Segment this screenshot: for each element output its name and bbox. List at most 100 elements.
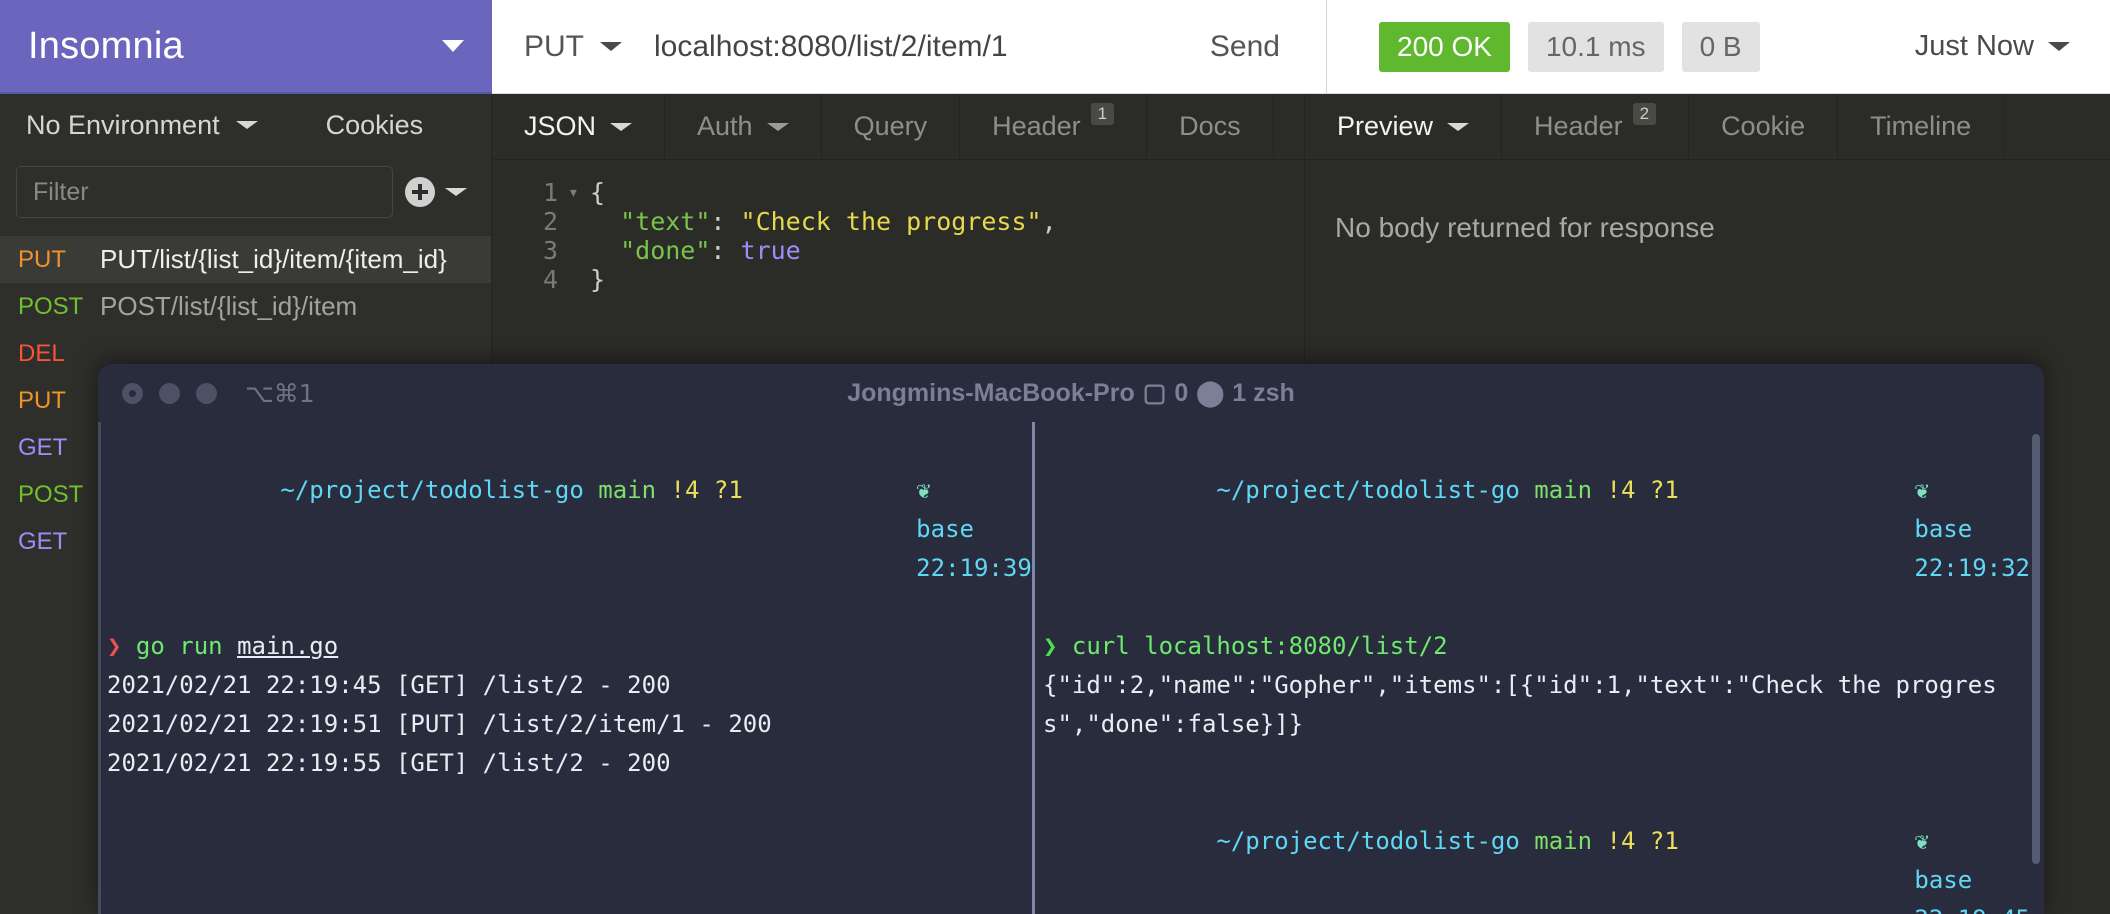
prompt-path: ~/project/todolist-go [1216,827,1520,855]
prompt-time: 22:19:39 [916,554,1032,582]
prompt-flags: !4 ?1 [670,476,743,504]
chevron-down-icon[interactable] [766,122,789,131]
send-button[interactable]: Send [1210,30,1326,64]
environment-dropdown[interactable]: No Environment [26,110,258,141]
response-time-badge: 10.1 ms [1527,21,1664,72]
tab-auth[interactable]: Auth [665,94,822,159]
code-text: } [590,265,606,294]
terminal-pane-left[interactable]: ~/project/todolist-go main !4 ?1 ❦ base … [98,422,1032,914]
prompt-time: 22:19:32 [1914,554,2030,582]
response-size-badge: 0 B [1681,21,1760,72]
list-item[interactable]: POST POST/list/{list_id}/item [0,283,491,330]
tab-timeline[interactable]: Timeline [1838,94,2005,159]
line-number: 1 [542,178,558,207]
tab-response-header[interactable]: Header 2 [1502,94,1690,159]
maximize-icon[interactable] [196,382,217,404]
app-title: Insomnia [28,24,184,67]
prompt-path: ~/project/todolist-go [280,476,584,504]
tab-header[interactable]: Header 1 [960,94,1148,159]
header-count-badge: 1 [1090,103,1115,125]
chevron-down-icon[interactable] [442,40,464,52]
plus-circle-icon[interactable] [405,177,435,207]
terminal-command-line: ❯ go run main.go [107,632,339,660]
prompt-branch: main [598,476,657,504]
terminal-output-line: 2021/02/21 22:19:51 [PUT] /list/2/item/1… [107,710,772,738]
pane-square-icon: ▢ [1142,379,1167,407]
tab-label: Preview [1337,111,1434,141]
terminal-process-label: 1 zsh [1232,378,1295,407]
terminal-output-line: 2021/02/21 22:19:45 [GET] /list/2 - 200 [107,671,671,699]
prompt-branch: main [1534,827,1593,855]
chevron-down-icon[interactable] [600,42,622,51]
tab-preview[interactable]: Preview [1305,94,1503,159]
method-label: PUT [524,29,584,63]
environment-label: No Environment [26,109,220,140]
tab-label: Query [853,111,928,141]
fold-arrow-icon[interactable]: ▾ [568,178,590,207]
close-icon[interactable] [122,382,143,404]
chevron-down-icon[interactable] [610,122,633,131]
header-count-badge: 2 [1632,103,1657,125]
tab-label: Auth [697,111,753,141]
command-name: go run [135,632,238,660]
tab-cookie[interactable]: Cookie [1689,94,1839,159]
app-root: Insomnia PUT localhost:8080/list/2/item/… [0,0,2110,914]
request-name: PUT/list/{list_id}/item/{item_id} [100,244,447,274]
chevron-down-icon[interactable] [235,121,258,129]
chevron-down-icon[interactable] [1447,122,1470,131]
chevron-down-icon[interactable] [2048,42,2070,51]
minimize-icon[interactable] [159,382,180,404]
request-method: POST [18,292,84,320]
prompt-env: base [916,515,974,543]
response-tabs: Preview Header 2 Cookie Timeline [1305,94,2110,160]
cookies-button[interactable]: Cookies [326,110,424,141]
response-status-bar: 200 OK 10.1 ms 0 B Just Now [1326,0,2110,94]
tab-label: Timeline [1870,111,1972,141]
terminal-pane-right[interactable]: ~/project/todolist-go main !4 ?1 ❦ base … [1032,422,2044,914]
terminal-titlebar: ⌥⌘1 Jongmins-MacBook-Pro ▢ 0 ⬤ 1 zsh [98,364,2044,422]
response-history-dropdown[interactable]: Just Now [1915,30,2110,63]
tab-label: Docs [1179,111,1241,141]
tab-body-json[interactable]: JSON [492,94,666,159]
prompt-env: base [1914,515,1973,543]
process-circle-icon: ⬤ [1196,379,1225,407]
conda-icon: ❦ [1914,827,1929,855]
request-body-editor[interactable]: 1 ▾ { 2 "text": "Check the progress", 3 … [492,160,1304,294]
search-input[interactable] [16,166,393,218]
chevron-down-icon[interactable] [445,188,467,196]
tab-label: Header [992,111,1081,141]
method-dropdown[interactable]: PUT [492,30,622,64]
prompt-branch: main [1534,476,1593,504]
request-method: GET [18,527,68,555]
request-method: DEL [18,339,65,367]
tab-query[interactable]: Query [822,94,961,159]
terminal-scrollbar[interactable] [2032,434,2040,864]
tab-label: JSON [524,111,597,141]
terminal-hostname: Jongmins-MacBook-Pro [847,378,1135,407]
terminal-command-line: ❯ curl localhost:8080/list/2 [1043,632,1448,660]
request-method: PUT [18,245,66,273]
request-method: POST [18,480,84,508]
window-controls[interactable] [122,382,217,404]
empty-response-message: No body returned for response [1335,212,1715,243]
terminal-prompt-line: ~/project/todolist-go main !4 ?1 ❦ base … [1043,783,2044,914]
prompt-time: 22:19:45 [1914,905,2030,914]
url-input[interactable]: localhost:8080/list/2/item/1 [654,30,1210,64]
request-url-bar: PUT localhost:8080/list/2/item/1 Send [492,0,1326,94]
prompt-flags: !4 ?1 [1606,476,1679,504]
terminal-output-line: 2021/02/21 22:19:55 [GET] /list/2 - 200 [107,749,671,777]
tab-docs[interactable]: Docs [1147,94,1274,159]
filter-row [0,156,491,232]
command-text: curl localhost:8080/list/2 [1071,632,1448,660]
code-line: 4 } [492,265,1304,294]
code-line: 2 "text": "Check the progress", [492,207,1304,236]
conda-icon: ❦ [1914,476,1929,504]
command-arg: main.go [237,632,339,660]
workspace-dropdown[interactable]: Insomnia [0,0,492,94]
add-request-button[interactable] [405,177,467,207]
request-method: GET [18,433,68,461]
list-item[interactable]: PUT PUT/list/{list_id}/item/{item_id} [0,236,491,283]
status-badge: 200 OK [1379,21,1510,72]
